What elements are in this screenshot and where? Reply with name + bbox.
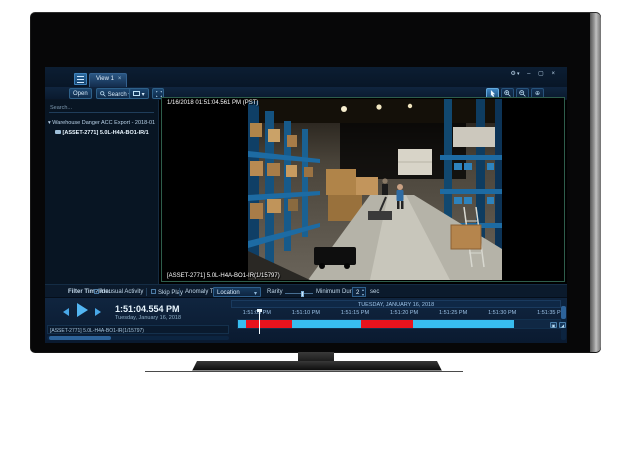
tree-item-export[interactable]: ▾ Warehouse Danger ACC Export - 2018-01 [48,120,158,126]
rarity-slider[interactable] [285,293,313,294]
timeline-bookmark-icon[interactable]: ▣ [550,322,557,328]
monitor-bezel: View 1× ⚙▾ – ▢ × Open Search ▾ [30,12,601,353]
tree-item-camera[interactable]: [ASSET-2771] 5.0L-H4A-BO1-IR/1 [55,130,165,136]
video-name-overlay: [ASSET-2771] 5.0L-H4A-BO1-IR(1/15797) [167,273,280,279]
min-duration-unit: sec [370,289,379,295]
app-menu-icon[interactable] [74,73,87,85]
timeline-tick: 1:51:25 PM [439,310,467,316]
display-layout-button[interactable]: ▾ [129,88,149,99]
monitor-stand-base [192,361,442,371]
warehouse-scene [248,99,502,280]
open-button[interactable]: Open [69,88,92,99]
timeline-tick: 1:51:15 PM [341,310,369,316]
stepper-arrows-icon[interactable]: ▴▾ [362,288,364,297]
filter-timeline-bar: Filter Timeline: ✓Unusual Activity Skip … [45,284,567,298]
step-forward-icon[interactable] [95,308,101,316]
window-controls: ⚙▾ – ▢ × [505,70,555,82]
timeline-camera-row[interactable]: [ASSET-2771] 5.0L-H4A-BO1-IR(1/15797) [47,325,229,334]
video-frame [248,99,502,280]
timeline-date-header: TUESDAY, JANUARY 16, 2018 [231,300,561,308]
vscroll-thumb[interactable] [561,306,566,319]
app-window: View 1× ⚙▾ – ▢ × Open Search ▾ [45,67,567,343]
timeline-tick: 1:51:10 PM [292,310,320,316]
min-duration-stepper[interactable]: 2 ▴▾ [352,287,366,297]
search-icon [100,91,106,97]
video-timestamp-overlay: 1/16/2018 01:51:04.561 PM (PST) [167,100,258,106]
display-dropdown-icon: ▾ [142,92,145,98]
tree-item-label: Warehouse Danger ACC Export - 2018-01 [52,120,155,126]
rarity-label: Rarity [267,289,283,295]
sidebar-search-input[interactable] [49,104,154,113]
zoom-out-icon [519,90,526,97]
timeline-ticks: 1:51:05 PM1:51:10 PM1:51:15 PM1:51:20 PM… [231,310,567,318]
checkbox-checked-icon[interactable]: ✓ [94,289,99,294]
anomaly-type-dropdown[interactable]: ▾ Location [213,287,261,297]
chevron-down-icon: ▾ [254,290,257,297]
playback-bar: 1:51:04.554 PM Tuesday, January 16, 2018… [45,298,567,343]
settings-dropdown-icon[interactable]: ▾ [517,71,520,77]
page: View 1× ⚙▾ – ▢ × Open Search ▾ [0,0,632,458]
checkbox-empty-icon[interactable] [151,289,156,294]
divider [146,288,147,296]
main-viewer-area: ▾ Warehouse Danger ACC Export - 2018-01 … [45,100,567,284]
tab-close-icon[interactable]: × [118,76,122,82]
settings-gear-icon[interactable]: ⚙ [511,70,516,77]
close-button[interactable]: × [551,71,555,77]
timeline-segment-unusual[interactable] [361,320,414,328]
min-duration-value: 2 [356,290,359,296]
tree-expander-icon[interactable]: ▾ [48,120,51,126]
timeline-jump-icon[interactable]: ◢ [559,322,566,328]
cursor-icon [490,90,496,97]
playback-date: Tuesday, January 16, 2018 [115,315,181,321]
timeline-panel: TUESDAY, JANUARY 16, 2018 1:51:05 PM1:51… [231,298,567,343]
timeline-segment-recorded[interactable] [238,320,246,328]
restore-button[interactable]: ▢ [538,70,544,77]
search-button-label: Search [108,92,127,98]
timeline-segment-unusual[interactable] [246,320,292,328]
timeline-vscrollbar[interactable] [561,300,566,340]
tree-item-label: [ASSET-2771] 5.0L-H4A-BO1-IR/1 [63,130,149,136]
minimize-button[interactable]: – [527,71,530,77]
timeline-track[interactable]: ▣ ◢ [237,319,561,329]
zoom-in-icon [504,90,511,97]
timeline-tick: 1:51:30 PM [488,310,516,316]
tab-view-1[interactable]: View 1 × [89,73,127,87]
anomaly-type-value: Location [217,290,240,296]
timeline-segment-recorded[interactable] [413,320,514,328]
timeline-hscrollbar[interactable] [47,336,229,340]
camera-icon [55,130,61,134]
timeline-camera-label: [ASSET-2771] 5.0L-H4A-BO1-IR(1/15797) [50,328,144,334]
unusual-activity-label: Unusual Activity [101,289,143,295]
timeline-tick: 1:51:20 PM [390,310,418,316]
play-icon[interactable] [77,303,88,317]
camera-panel[interactable]: 1/16/2018 01:51:04.561 PM (PST) [ASSET-2… [161,97,565,282]
hscroll-thumb[interactable] [49,336,111,340]
title-bar: View 1 × ⚙▾ – ▢ × [45,67,567,87]
tab-label: View 1 [96,76,114,82]
monitor-edge-highlight [590,13,601,352]
unusual-activity-checkbox[interactable]: ✓Unusual Activity [94,289,143,295]
step-back-icon[interactable] [63,308,69,316]
stand-reflection-line [145,371,463,372]
sidebar: ▾ Warehouse Danger ACC Export - 2018-01 … [45,100,159,284]
monitor-icon [133,91,140,96]
timeline-segment-recorded[interactable] [292,320,361,328]
playback-time: 1:51:04.554 PM [115,304,180,314]
rarity-slider-handle[interactable] [301,291,304,297]
divider [179,288,180,296]
timeline-playhead[interactable] [259,309,260,334]
